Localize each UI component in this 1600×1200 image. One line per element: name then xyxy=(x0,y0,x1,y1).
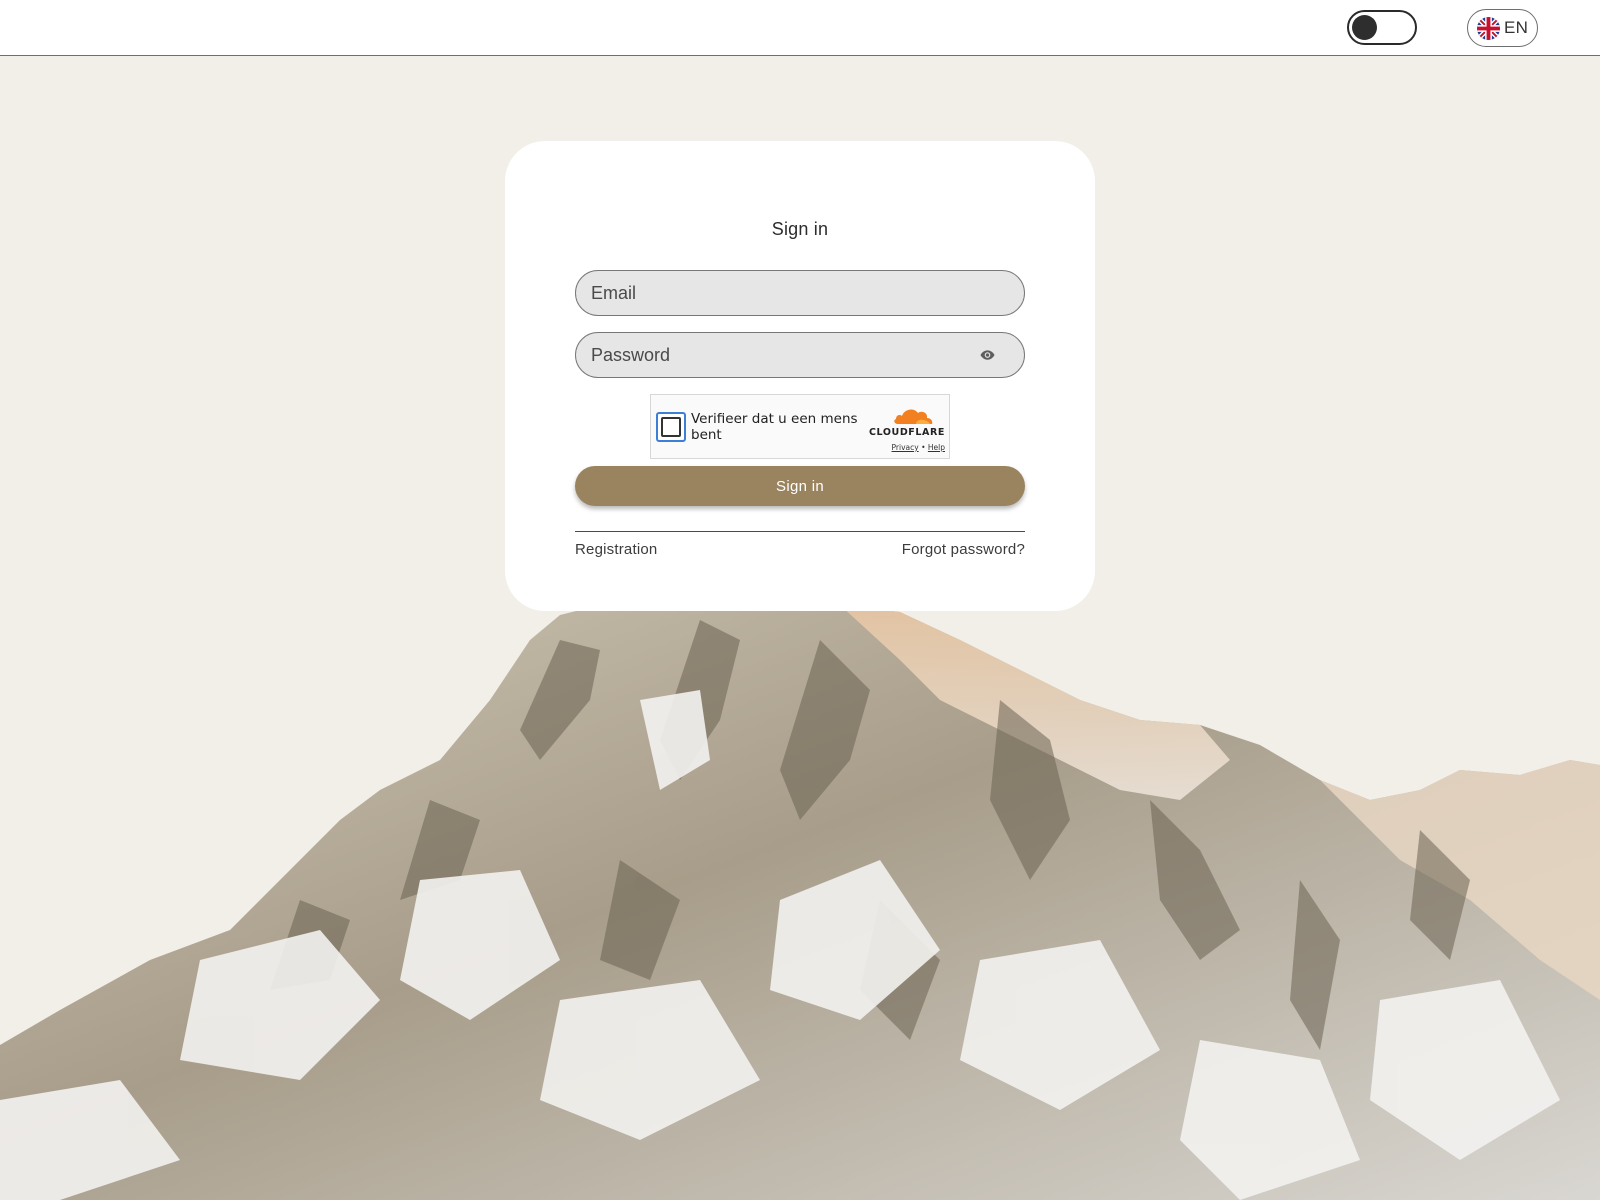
cloudflare-cloud-icon xyxy=(894,409,933,424)
eye-icon[interactable] xyxy=(980,349,995,361)
language-switcher[interactable]: EN xyxy=(1467,9,1538,47)
toggle-knob xyxy=(1352,15,1377,40)
sign-in-button[interactable]: Sign in xyxy=(575,466,1025,506)
captcha-label: Verifieer dat u een mens bent xyxy=(691,411,858,443)
email-field xyxy=(575,270,1025,316)
captcha-link-separator: • xyxy=(921,443,926,452)
password-input[interactable] xyxy=(576,333,1024,377)
cloudflare-wordmark: CLOUDFLARE xyxy=(868,427,945,438)
captcha-widget: Verifieer dat u een mens bent CLOUDFLARE… xyxy=(650,394,950,459)
language-code: EN xyxy=(1504,18,1529,37)
uk-flag-icon xyxy=(1477,16,1500,40)
login-card: Sign in Verifieer dat u een mens bent CL… xyxy=(505,141,1095,611)
forgot-password-link[interactable]: Forgot password? xyxy=(902,541,1025,558)
login-title: Sign in xyxy=(771,219,829,239)
password-field xyxy=(575,332,1025,378)
registration-link[interactable]: Registration xyxy=(575,541,657,558)
divider xyxy=(575,531,1025,532)
theme-toggle[interactable] xyxy=(1347,10,1417,45)
captcha-links: Privacy • Help xyxy=(859,443,945,452)
captcha-help-link[interactable]: Help xyxy=(928,443,945,452)
top-bar: EN xyxy=(0,0,1600,56)
captcha-checkbox[interactable] xyxy=(656,412,686,442)
captcha-privacy-link[interactable]: Privacy xyxy=(892,443,919,452)
moon-icon xyxy=(1399,20,1407,36)
email-input[interactable] xyxy=(576,271,1024,315)
cloudflare-branding: CLOUDFLARE Privacy • Help xyxy=(859,405,945,452)
